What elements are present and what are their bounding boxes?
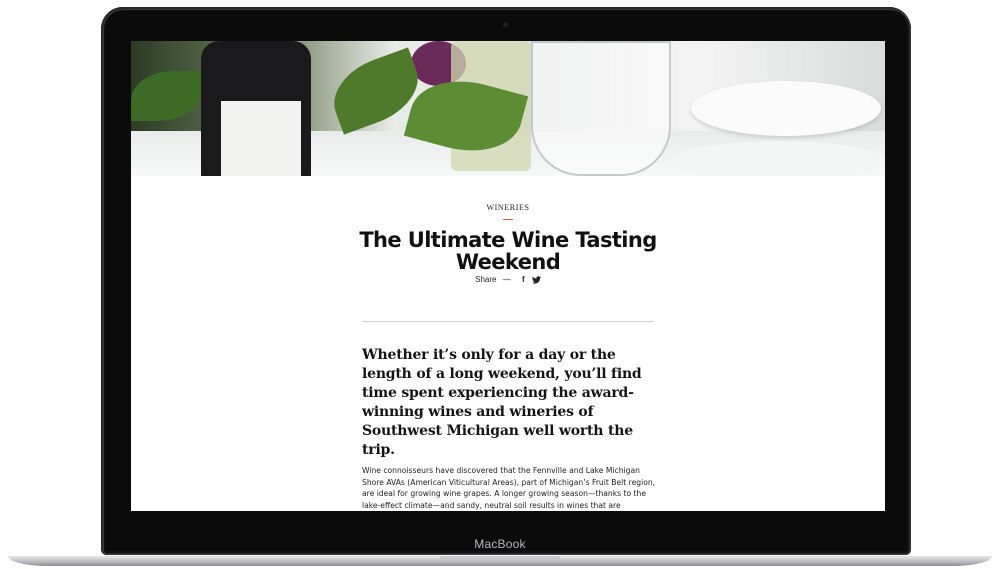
article-body: Wine connoisseurs have discovered that t… (362, 466, 656, 510)
share-bar: Share — f (131, 275, 885, 284)
section-divider (362, 321, 654, 322)
article-category[interactable]: WINERIES (131, 203, 885, 212)
device-brand-label: MacBook (474, 537, 526, 551)
webcam (503, 22, 508, 27)
laptop-base-notch (440, 556, 560, 560)
category-accent-rule (503, 219, 513, 220)
twitter-icon[interactable] (531, 276, 541, 284)
hero-wine-glass (531, 41, 671, 176)
share-label: Share (475, 275, 497, 285)
hero-bottle-label (221, 101, 301, 176)
article-title: The Ultimate Wine Tasting Weekend (359, 228, 657, 274)
hero-plate (691, 81, 881, 136)
hero-image (131, 41, 885, 176)
facebook-icon[interactable]: f (522, 275, 525, 284)
laptop-screen: WINERIES The Ultimate Wine Tasting Weeke… (131, 41, 885, 511)
hero-leaf (131, 71, 201, 121)
hero-plate (671, 141, 885, 176)
article-lead: Whether it’s only for a day or the lengt… (362, 347, 642, 458)
share-dash: — (502, 275, 511, 285)
